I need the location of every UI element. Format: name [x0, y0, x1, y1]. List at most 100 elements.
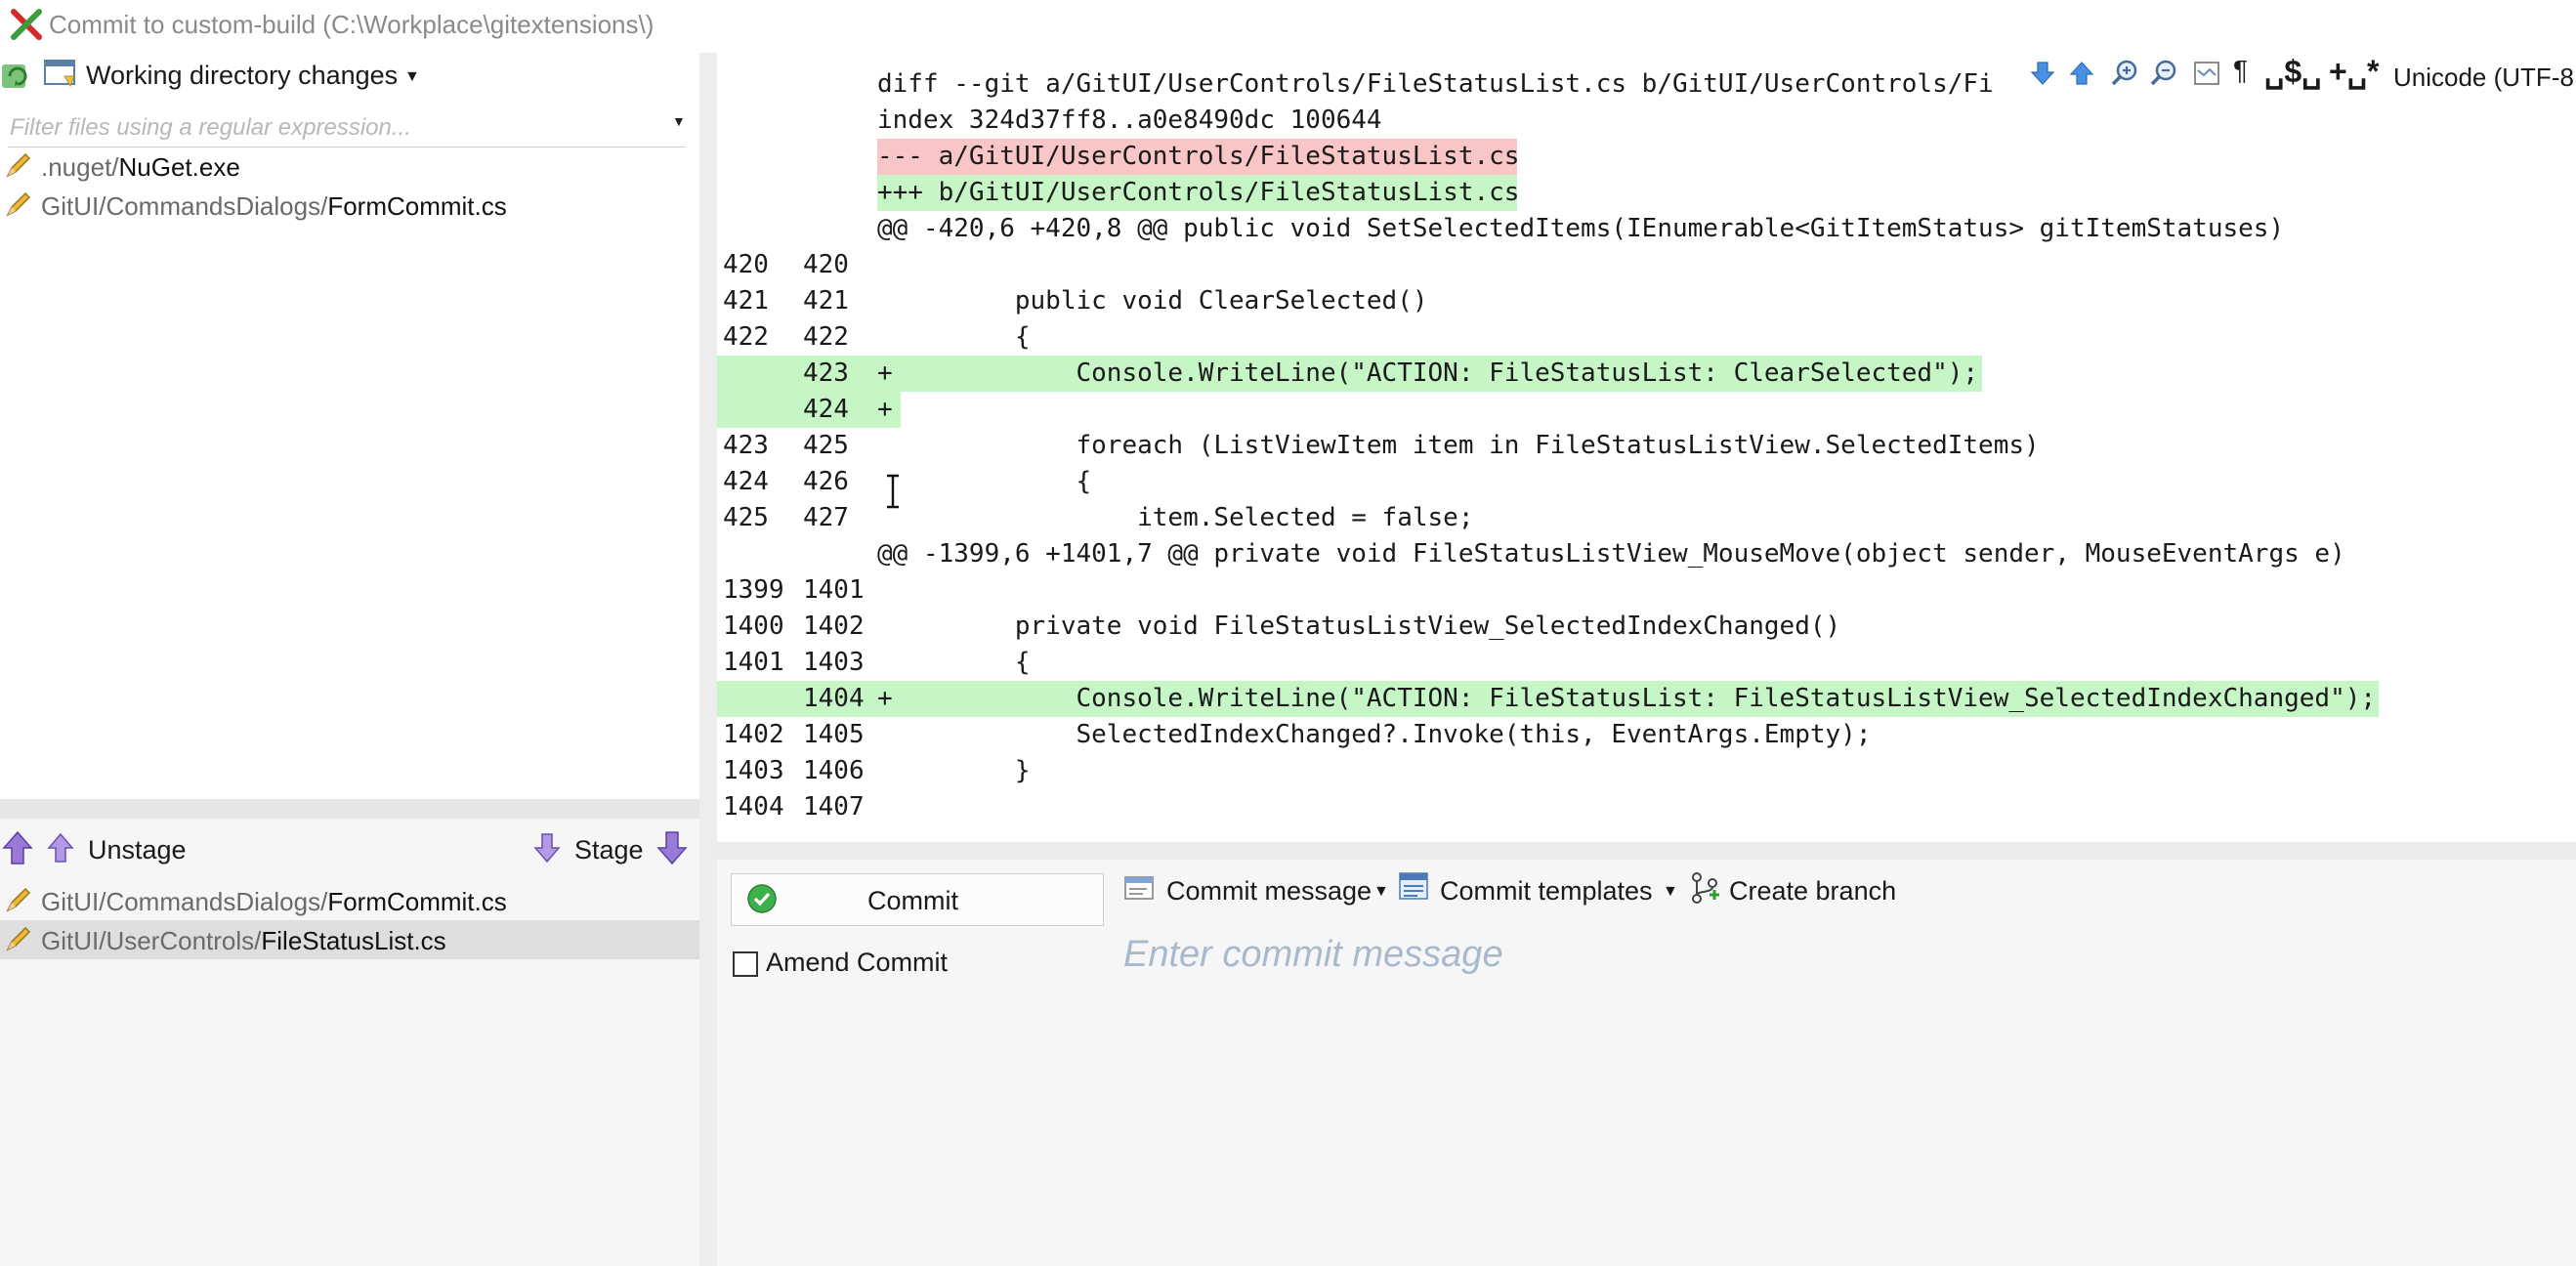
new-line-number: 1404 — [803, 684, 865, 713]
diff-code: foreach (ListViewItem item in FileStatus… — [877, 431, 2040, 460]
chevron-down-icon[interactable]: ▼ — [1663, 883, 1678, 901]
unstage-all-icon[interactable] — [2, 830, 33, 867]
filter-dropdown-icon[interactable]: ▼ — [672, 113, 686, 129]
unstage-icon[interactable] — [45, 830, 76, 867]
diff-line: 420 420 — [717, 247, 2576, 283]
working-directory-label: Working directory changes — [86, 61, 399, 90]
modified-pencil-icon — [6, 887, 31, 912]
diff-line: --- a/GitUI/UserControls/FileStatusList.… — [717, 139, 2576, 175]
previous-change-icon[interactable] — [2067, 59, 2096, 88]
diff-line: 424 426 { — [717, 464, 2576, 500]
new-line-number: 1407 — [803, 792, 865, 822]
diff-line: 1402 1405 SelectedIndexChanged?.Invoke(th… — [717, 717, 2576, 753]
diff-code: { — [877, 648, 1031, 677]
new-line-number: 422 — [803, 322, 849, 352]
file-name: FormCommit.cs — [327, 887, 507, 916]
working-directory-dropdown[interactable]: Working directory changes — [86, 61, 398, 91]
diff-code: public void ClearSelected() — [877, 286, 1428, 316]
refresh-icon[interactable] — [0, 61, 35, 94]
commit-button-label[interactable]: Commit — [867, 886, 958, 916]
file-name: FileStatusList.cs — [261, 926, 446, 955]
commit-templates-icon[interactable] — [1397, 869, 1430, 903]
encoding-dropdown[interactable]: Unicode (UTF-8 — [2393, 63, 2574, 93]
old-line-number: 1400 — [723, 612, 784, 641]
diff-line: 421 421 public void ClearSelected() — [717, 283, 2576, 319]
diff-code: @@ -1399,6 +1401,7 @@ private void FileS… — [877, 539, 2345, 569]
old-line-number: 1402 — [723, 720, 784, 749]
staged-file-row-selected[interactable]: GitUI/UserControls/FileStatusList.cs — [0, 920, 699, 959]
vertical-splitter[interactable] — [699, 53, 717, 1266]
stage-icon[interactable] — [531, 828, 563, 865]
unstaged-file-row[interactable]: .nuget/NuGet.exe — [0, 147, 699, 186]
diff-viewer[interactable]: diff --git a/GitUI/UserControls/FileStat… — [717, 53, 2576, 842]
diff-code: SelectedIndexChanged?.Invoke(this, Event… — [877, 720, 1872, 749]
new-line-number: 1405 — [803, 720, 865, 749]
new-line-number: 1403 — [803, 648, 865, 677]
commit-message-menu[interactable]: Commit message — [1166, 876, 1372, 907]
new-line-number: 1406 — [803, 756, 865, 785]
show-nonprinting-icon[interactable]: ¶ — [2233, 55, 2248, 86]
commit-message-icon[interactable] — [1123, 871, 1157, 903]
diff-line: index 324d37ff8..a0e8490dc 100644 — [717, 103, 2576, 139]
new-line-number: 421 — [803, 286, 849, 316]
new-line-number: 423 — [803, 359, 849, 388]
stage-all-icon[interactable] — [655, 828, 690, 867]
commit-templates-menu[interactable]: Commit templates — [1440, 876, 1653, 907]
new-line-number: 1401 — [803, 575, 865, 605]
new-line-number: 1402 — [803, 612, 865, 641]
diff-line: 1404 + Console.WriteLine("ACTION: FileSta… — [717, 681, 2576, 717]
diff-code: } — [877, 756, 1031, 785]
stage-button[interactable]: Stage — [574, 835, 644, 865]
unstaged-file-row[interactable]: GitUI/CommandsDialogs/FormCommit.cs — [0, 186, 699, 225]
show-whitespace-icon[interactable]: ␣$␣ — [2264, 53, 2321, 90]
amend-commit-checkbox[interactable] — [733, 951, 758, 977]
right-horizontal-splitter[interactable] — [717, 842, 2576, 860]
diff-code: { — [877, 467, 1092, 496]
old-line-number: 1399 — [723, 575, 784, 605]
window-title: Commit to custom-build (C:\Workplace\git… — [49, 10, 655, 39]
create-branch-icon[interactable] — [1688, 871, 1721, 905]
next-change-icon[interactable] — [2028, 59, 2057, 88]
file-name: NuGet.exe — [118, 152, 240, 182]
diff-code: item.Selected = false; — [877, 503, 1474, 532]
diff-code: --- a/GitUI/UserControls/FileStatusList.… — [877, 142, 1520, 171]
diff-line: 423 425 foreach (ListViewItem item in Fil… — [717, 428, 2576, 464]
commit-message-input[interactable] — [1121, 924, 2552, 985]
diff-code: @@ -420,6 +420,8 @@ public void SetSelec… — [877, 214, 2285, 243]
old-line-number: 1403 — [723, 756, 784, 785]
commit-check-icon — [747, 884, 777, 913]
old-line-number: 420 — [723, 250, 769, 279]
new-line-number: 425 — [803, 431, 849, 460]
create-branch-button[interactable]: Create branch — [1729, 876, 1896, 907]
file-dir: GitUI/UserControls/ — [41, 926, 262, 955]
diff-line: 423 + Console.WriteLine("ACTION: FileStat… — [717, 356, 2576, 392]
ignore-whitespace-icon[interactable]: +␣* — [2329, 53, 2379, 90]
chevron-down-icon[interactable]: ▼ — [1373, 883, 1389, 901]
left-horizontal-splitter[interactable] — [0, 799, 699, 819]
chevron-down-icon[interactable]: ▼ — [404, 68, 420, 86]
old-line-number: 1401 — [723, 648, 784, 677]
old-line-number: 424 — [723, 467, 769, 496]
amend-commit-label[interactable]: Amend Commit — [766, 948, 948, 978]
zoom-out-icon[interactable] — [2149, 59, 2178, 88]
unstage-button[interactable]: Unstage — [88, 835, 187, 865]
diff-code: index 324d37ff8..a0e8490dc 100644 — [877, 106, 1382, 135]
diff-line: @@ -420,6 +420,8 @@ public void SetSelec… — [717, 211, 2576, 247]
text-cursor-icon — [887, 474, 899, 509]
filter-files-input[interactable] — [8, 109, 686, 148]
diff-line: 1399 1401 — [717, 572, 2576, 609]
diff-code: { — [877, 322, 1031, 352]
zoom-in-icon[interactable] — [2110, 59, 2139, 88]
modified-pencil-icon — [6, 191, 31, 217]
diff-line: 424 + — [717, 392, 2576, 428]
staged-file-row[interactable]: GitUI/CommandsDialogs/FormCommit.cs — [0, 881, 699, 920]
diff-line: 1400 1402 private void FileStatusListView… — [717, 609, 2576, 645]
diff-code: +++ b/GitUI/UserControls/FileStatusList.… — [877, 178, 1520, 207]
diff-code: + Console.WriteLine("ACTION: FileStatusL… — [877, 684, 2377, 713]
show-entire-file-icon[interactable] — [2192, 59, 2221, 88]
stage-label: Stage — [574, 835, 644, 865]
new-line-number: 427 — [803, 503, 849, 532]
working-directory-icon — [44, 60, 75, 88]
diff-line: 1404 1407 — [717, 789, 2576, 825]
diff-code: private void FileStatusListView_Selected… — [877, 612, 1841, 641]
